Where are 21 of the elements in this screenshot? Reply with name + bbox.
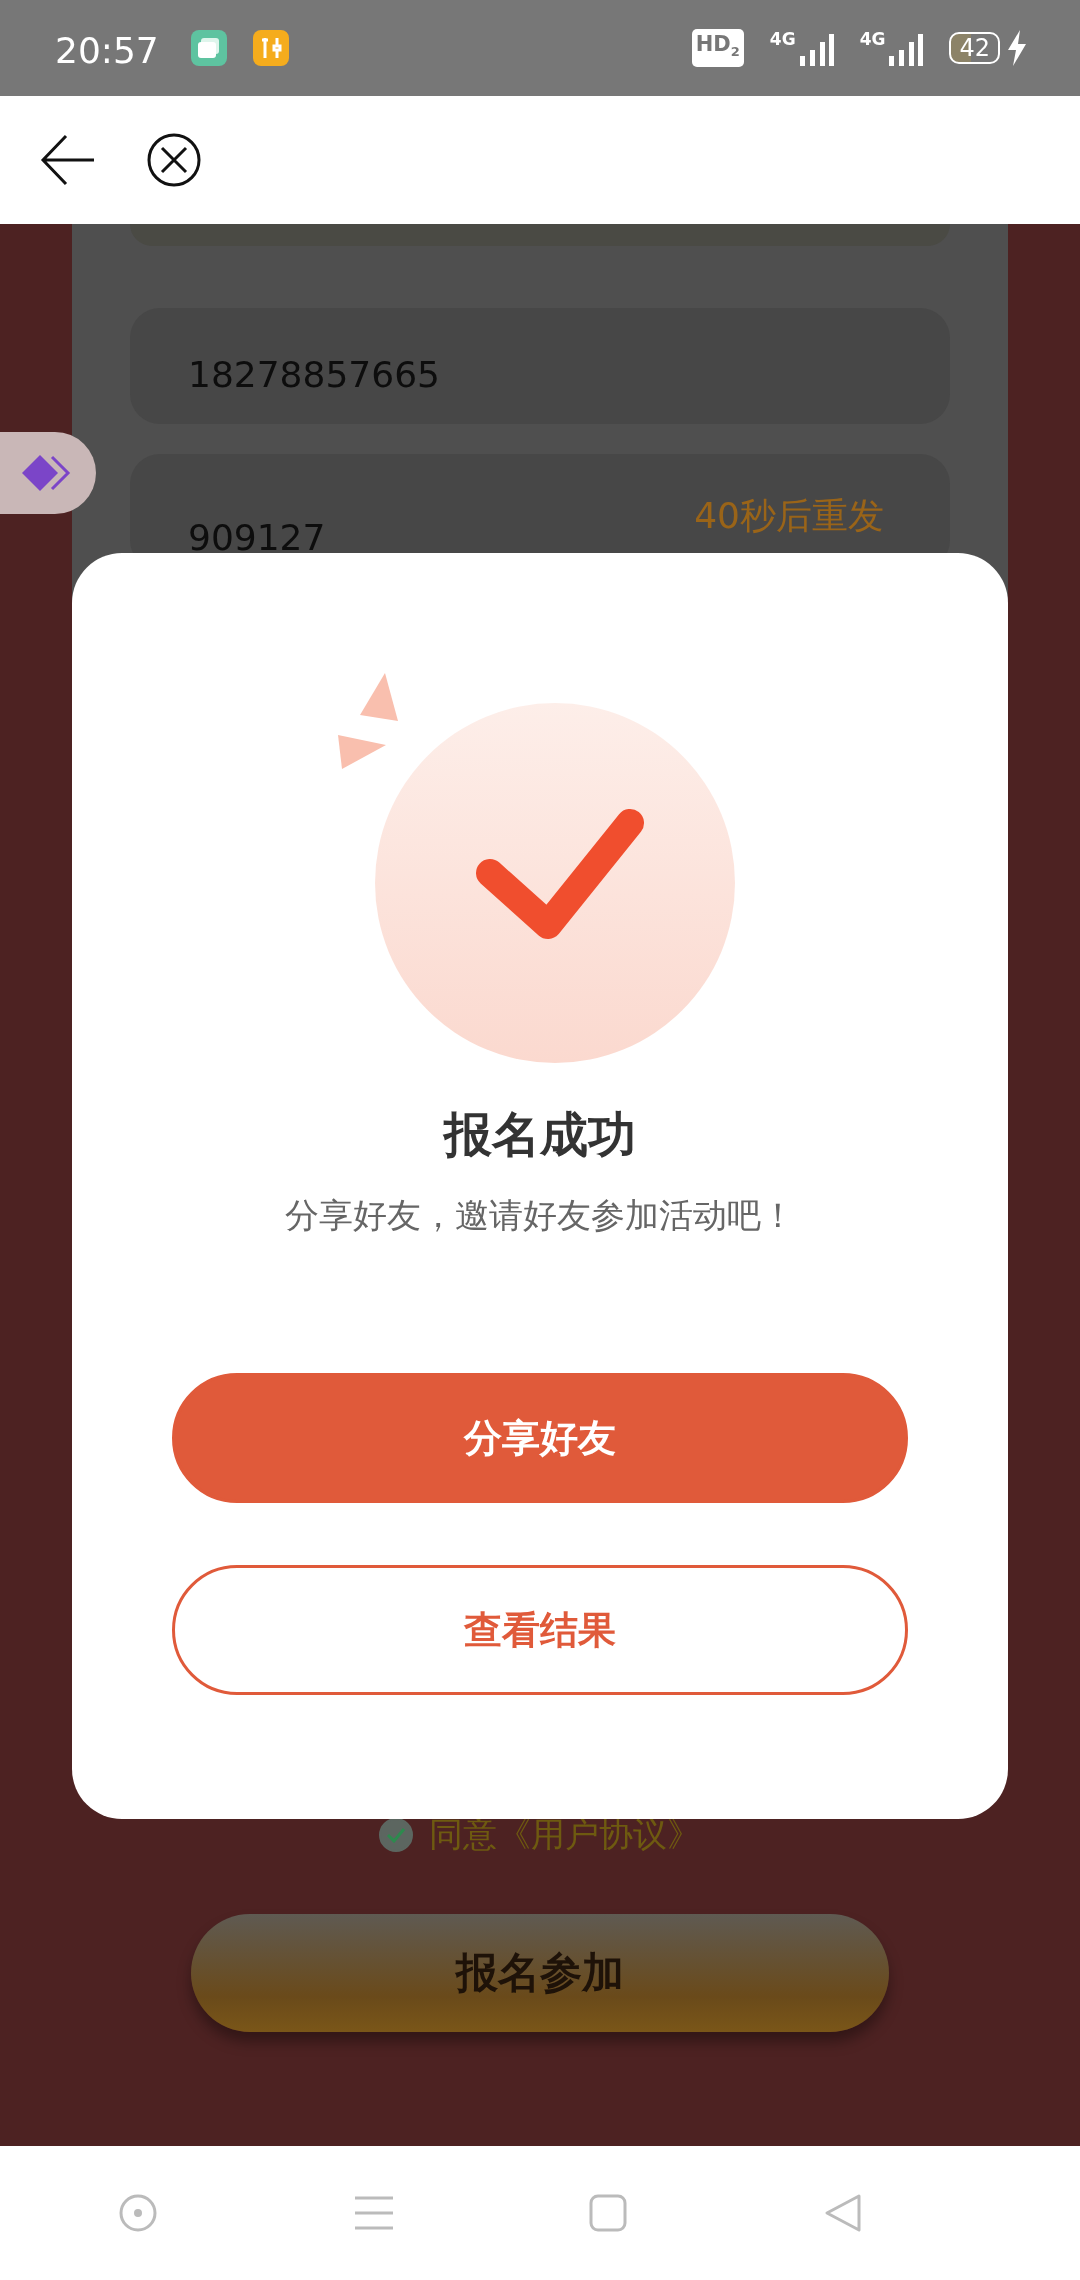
tools-icon — [252, 30, 289, 66]
check-icon — [386, 1827, 406, 1843]
network-type: 4G — [769, 30, 796, 48]
view-results-button[interactable]: 查看结果 — [172, 1565, 908, 1695]
hd-badge: HD$_{2}$ — [691, 28, 744, 68]
phone-field[interactable]: 18278857665 — [130, 308, 950, 424]
submit-button[interactable]: 报名参加 — [191, 1914, 889, 2032]
dialog-title: 报名成功 — [444, 1105, 636, 1164]
dialog-message: 分享好友，邀请好友参加活动吧！ — [285, 1194, 795, 1237]
share-button[interactable]: 分享好友 — [172, 1373, 908, 1503]
signal-icon — [887, 34, 924, 66]
back-icon[interactable] — [40, 132, 96, 188]
signal-icon — [797, 34, 834, 66]
close-icon[interactable] — [146, 132, 202, 188]
status-time: 20:57 — [55, 28, 159, 71]
app-icon — [190, 30, 227, 66]
agree-checkbox[interactable] — [379, 1818, 413, 1852]
floating-handle[interactable] — [0, 432, 96, 514]
network-type: 4G — [859, 30, 886, 48]
resend-countdown[interactable]: 40秒后重发 — [694, 491, 884, 541]
battery-level: 42 — [949, 32, 1000, 64]
